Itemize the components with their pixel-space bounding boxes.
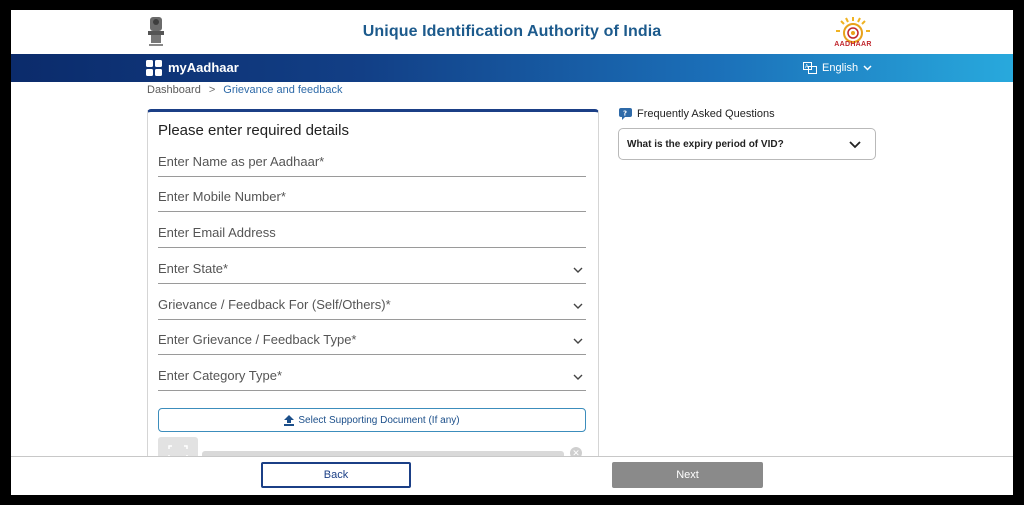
chevron-down-icon [573, 338, 583, 344]
svg-text:?: ? [623, 110, 627, 118]
faq-title: Frequently Asked Questions [637, 108, 775, 120]
aadhaar-logo-text: AADHAAR [834, 41, 872, 48]
aadhaar-logo: AADHAAR [827, 15, 879, 51]
fingerprint-sun-icon [836, 17, 870, 43]
faq-header: ? Frequently Asked Questions [619, 108, 775, 120]
translate-icon: A [803, 62, 817, 74]
form-title: Please enter required details [158, 122, 349, 139]
email-input[interactable]: Enter Email Address [158, 221, 586, 248]
grievance-type-placeholder: Enter Grievance / Feedback Type* [158, 332, 357, 347]
language-label: English [822, 62, 859, 74]
category-type-placeholder: Enter Category Type* [158, 368, 283, 383]
mobile-input[interactable]: Enter Mobile Number* [158, 185, 586, 212]
chevron-down-icon [573, 267, 583, 273]
grievance-type-select[interactable]: Enter Grievance / Feedback Type* [158, 328, 586, 355]
upload-icon [284, 414, 295, 426]
faq-question: What is the expiry period of VID? [627, 139, 784, 150]
grievance-for-placeholder: Grievance / Feedback For (Self/Others)* [158, 297, 391, 312]
state-select[interactable]: Enter State* [158, 257, 586, 284]
language-selector[interactable]: A English [803, 60, 872, 76]
grievance-form-card: Please enter required details Enter Name… [147, 109, 599, 495]
breadcrumb: Dashboard > Grievance and feedback [147, 84, 343, 96]
back-button[interactable]: Back [261, 462, 411, 488]
upload-document-button[interactable]: Select Supporting Document (If any) [158, 408, 586, 432]
breadcrumb-dashboard[interactable]: Dashboard [147, 84, 201, 96]
upload-document-label: Select Supporting Document (If any) [298, 414, 460, 426]
state-select-placeholder: Enter State* [158, 261, 229, 276]
nav-bar: myAadhaar A English [11, 54, 1013, 82]
svg-text:A: A [805, 64, 809, 70]
form-footer: Back Next [11, 456, 1013, 495]
site-header: Unique Identification Authority of India… [11, 10, 1013, 54]
chevron-down-icon [573, 374, 583, 380]
mobile-input-placeholder: Enter Mobile Number* [158, 189, 286, 204]
breadcrumb-current: Grievance and feedback [223, 84, 343, 96]
faq-chat-icon: ? [619, 108, 632, 120]
chevron-down-icon [573, 303, 583, 309]
next-button[interactable]: Next [612, 462, 763, 488]
chevron-down-icon [849, 141, 861, 149]
email-input-placeholder: Enter Email Address [158, 225, 276, 240]
name-input-placeholder: Enter Name as per Aadhaar* [158, 154, 325, 169]
name-input[interactable]: Enter Name as per Aadhaar* [158, 150, 586, 177]
apps-grid-icon[interactable] [146, 60, 162, 76]
faq-accordion-item[interactable]: What is the expiry period of VID? [618, 128, 876, 160]
grievance-for-select[interactable]: Grievance / Feedback For (Self/Others)* [158, 293, 586, 320]
category-type-select[interactable]: Enter Category Type* [158, 364, 586, 391]
brand-name[interactable]: myAadhaar [168, 60, 239, 75]
breadcrumb-separator: > [208, 84, 216, 96]
chevron-down-icon [863, 65, 872, 71]
browser-viewport: Unique Identification Authority of India… [11, 10, 1013, 495]
